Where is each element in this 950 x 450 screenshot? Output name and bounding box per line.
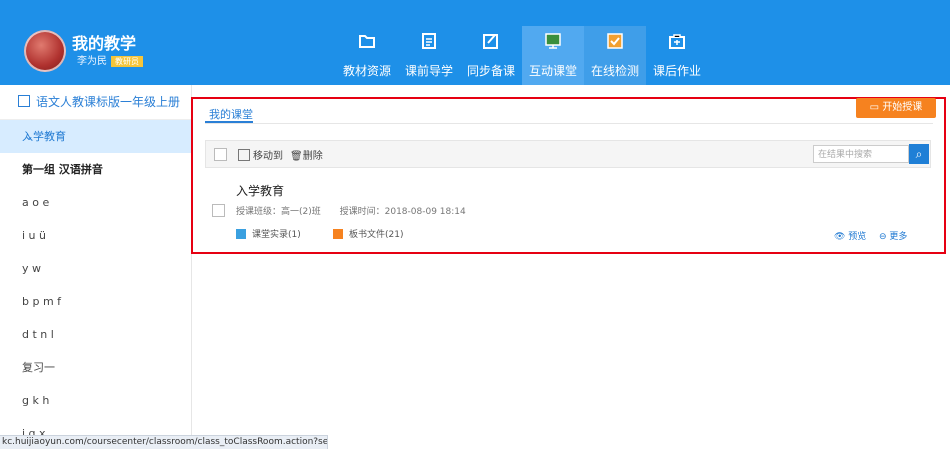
folder-icon xyxy=(359,35,375,48)
book-title: 语文人教课标版一年级上册 xyxy=(36,95,181,109)
sidebar: 语文人教课标版一年级上册 ⌄ 入学教育 第一组 汉语拼音 a o e i u ü… xyxy=(0,85,192,448)
trash-icon: 🗑 xyxy=(290,151,303,162)
board-icon xyxy=(333,229,343,239)
book-icon xyxy=(18,95,30,107)
more-label: 更多 xyxy=(889,232,908,242)
select-all-checkbox[interactable] xyxy=(214,148,227,161)
book-selector[interactable]: 语文人教课标版一年级上册 ⌄ xyxy=(0,85,191,143)
preview-button[interactable]: 👁 预览 xyxy=(834,229,866,242)
checkbox-icon xyxy=(607,33,623,49)
sidebar-item[interactable]: a o e xyxy=(0,186,191,219)
search-input[interactable]: 在结果中搜索 xyxy=(813,145,909,163)
nav-item-materials[interactable]: 教材资源 xyxy=(336,26,398,85)
classroom-meta: 授课班级：高一(2)班 授课时间：2018-08-09 18:14 xyxy=(236,204,482,217)
move-label: 移动到 xyxy=(253,151,283,162)
highlight-box xyxy=(191,97,946,254)
nav-item-preclass[interactable]: 课前导学 xyxy=(398,26,460,85)
nav-item-online-test[interactable]: 在线检测 xyxy=(584,26,646,85)
move-icon xyxy=(238,149,250,161)
delete-label: 删除 xyxy=(302,151,323,162)
more-icon: ⊖ xyxy=(879,232,890,242)
sidebar-item[interactable]: y w xyxy=(0,252,191,285)
briefcase-icon xyxy=(669,34,685,49)
monitor-icon xyxy=(545,33,561,49)
toolbar: 移动到 🗑删除 在结果中搜索 ⌕ xyxy=(205,140,931,168)
item-checkbox[interactable] xyxy=(212,204,225,217)
user-name: 李为民 xyxy=(77,56,107,67)
edit-icon xyxy=(483,34,498,49)
sidebar-item[interactable]: 复习一 xyxy=(0,351,191,384)
top-header: 我的教学 李为民 教研员 教材资源 课前导学 同步备课 互动课堂 在线检测 课后作… xyxy=(0,0,950,85)
more-button[interactable]: ⊖ 更多 xyxy=(879,229,907,242)
eye-icon: 👁 xyxy=(834,232,849,242)
user-info: 李为民 教研员 xyxy=(77,52,143,67)
nav-label: 教材资源 xyxy=(342,64,391,78)
search-icon: ⌕ xyxy=(915,147,923,161)
page-title: 我的教学 xyxy=(72,34,137,53)
screen-icon: ▭ xyxy=(869,102,883,113)
nav-item-interactive-class[interactable]: 互动课堂 xyxy=(522,26,584,85)
sidebar-item[interactable]: i u ü xyxy=(0,219,191,252)
nav-label: 同步备课 xyxy=(466,64,515,78)
search-button[interactable]: ⌕ xyxy=(909,144,929,164)
status-url: kc.huijiaoyun.com/coursecenter/classroom… xyxy=(0,435,328,449)
document-icon xyxy=(422,33,436,49)
preview-label: 预览 xyxy=(848,232,867,242)
start-class-button[interactable]: ▭ 开始授课 xyxy=(856,98,936,118)
main-nav: 教材资源 课前导学 同步备课 互动课堂 在线检测 课后作业 xyxy=(336,26,708,85)
delete-button[interactable]: 🗑删除 xyxy=(290,147,323,162)
sidebar-item[interactable]: b p m f xyxy=(0,285,191,318)
class-info: 授课班级：高一(2)班 xyxy=(236,207,321,217)
start-class-label: 开始授课 xyxy=(882,102,923,113)
nav-item-lesson-prep[interactable]: 同步备课 xyxy=(460,26,522,85)
nav-label: 在线检测 xyxy=(590,64,639,78)
video-icon xyxy=(236,229,246,239)
record-link[interactable]: 课堂实录(1) xyxy=(236,227,301,240)
board-file-link[interactable]: 板书文件(21) xyxy=(333,227,403,240)
sidebar-item[interactable]: 第一组 汉语拼音 xyxy=(0,153,191,186)
record-label: 课堂实录(1) xyxy=(252,230,301,240)
time-info: 授课时间：2018-08-09 18:14 xyxy=(339,207,466,217)
classroom-title[interactable]: 入学教育 xyxy=(236,182,284,199)
board-label: 板书文件(21) xyxy=(349,230,404,240)
avatar[interactable] xyxy=(24,30,66,72)
nav-label: 互动课堂 xyxy=(528,64,577,78)
nav-label: 课前导学 xyxy=(404,64,453,78)
nav-label: 课后作业 xyxy=(652,64,701,78)
divider xyxy=(205,123,933,124)
nav-item-homework[interactable]: 课后作业 xyxy=(646,26,708,85)
role-badge: 教研员 xyxy=(111,56,143,67)
sidebar-item[interactable]: g k h xyxy=(0,384,191,417)
move-button[interactable]: 移动到 xyxy=(238,147,283,162)
sidebar-item[interactable]: 入学教育 xyxy=(0,120,191,153)
sidebar-item[interactable]: d t n l xyxy=(0,318,191,351)
main-content: 我的课堂 ▭ 开始授课 移动到 🗑删除 在结果中搜索 ⌕ 入学教育 授课班级：高… xyxy=(191,85,950,448)
tab-my-classroom[interactable]: 我的课堂 xyxy=(209,106,253,122)
